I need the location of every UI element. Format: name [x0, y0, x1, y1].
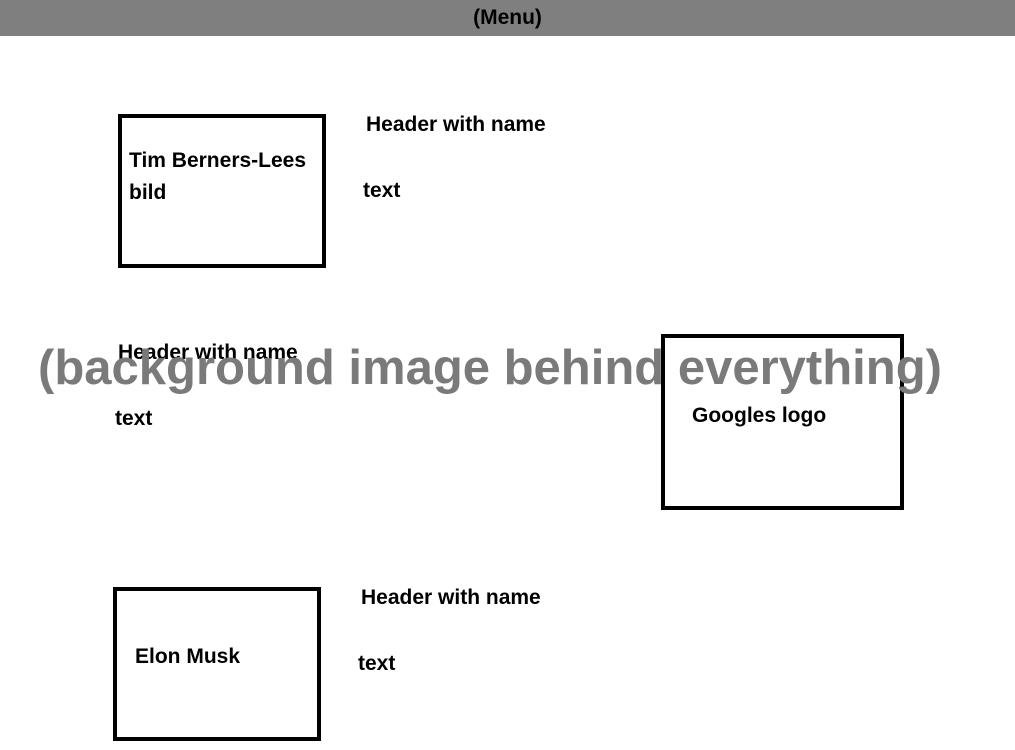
section-header: Header with name — [366, 113, 546, 136]
wireframe-page: (Menu) Tim Berners-Lees bild Header with… — [0, 0, 1015, 750]
image-placeholder-tim-berners-lee: Tim Berners-Lees bild — [118, 114, 326, 268]
section-header: Header with name — [118, 341, 298, 364]
menu-bar[interactable]: (Menu) — [0, 0, 1015, 36]
image-placeholder-google-logo: Googles logo — [661, 334, 904, 510]
section-header: Header with name — [361, 586, 541, 609]
section-text: text — [358, 652, 396, 675]
section-text: text — [363, 179, 401, 202]
section-text: text — [115, 407, 153, 430]
image-placeholder-label: Elon Musk — [135, 645, 241, 668]
image-placeholder-label: Googles logo — [692, 404, 827, 427]
image-placeholder-elon-musk: Elon Musk — [113, 587, 321, 741]
menu-label[interactable]: (Menu) — [473, 6, 542, 30]
image-placeholder-label: Tim Berners-Lees bild — [129, 149, 307, 204]
